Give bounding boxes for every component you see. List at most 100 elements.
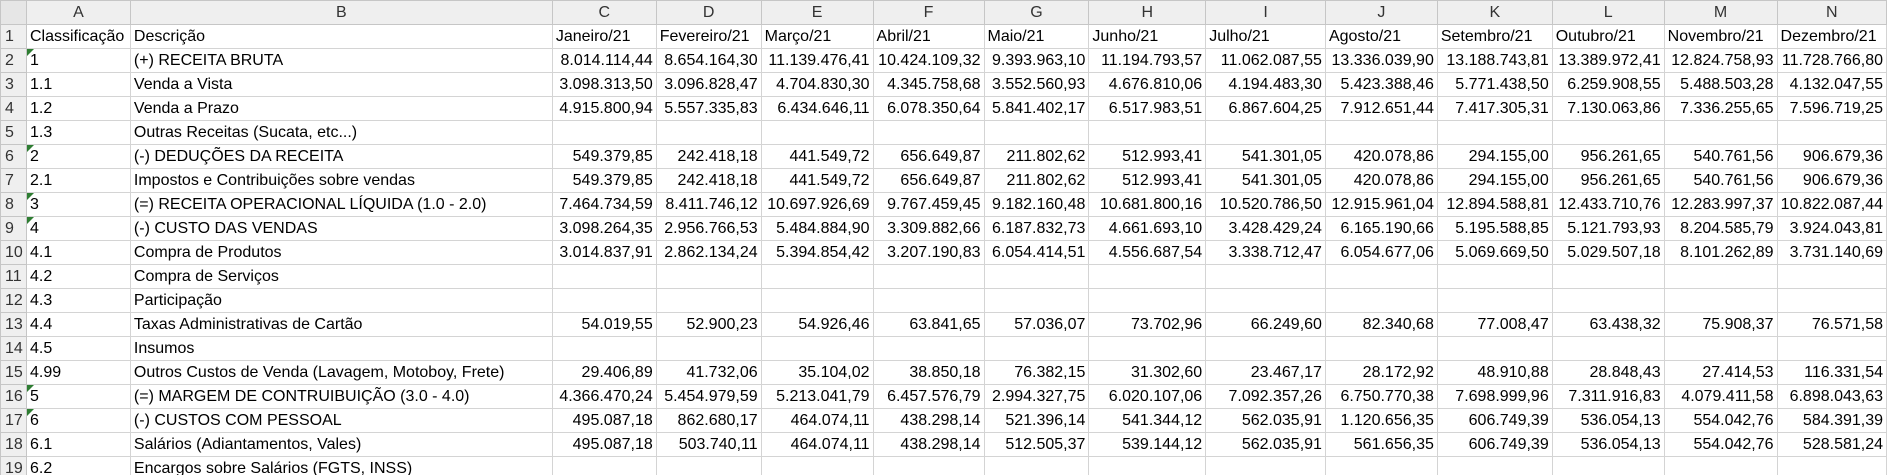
cell-d5[interactable] [655, 120, 762, 145]
cell-m13[interactable]: 75.908,37 [1663, 312, 1778, 337]
cell-k18[interactable]: 606.749,39 [1436, 432, 1553, 457]
row-header[interactable]: 1 [0, 24, 27, 49]
cell-l13[interactable]: 63.438,32 [1551, 312, 1665, 337]
cell-b13[interactable]: Taxas Administrativas de Cartão [129, 312, 553, 337]
row-header[interactable]: 19 [0, 456, 27, 475]
cell-k13[interactable]: 77.008,47 [1436, 312, 1553, 337]
cell-g11[interactable] [983, 264, 1090, 289]
cell-b4[interactable]: Venda a Prazo [129, 96, 553, 121]
cell-n4[interactable]: 7.596.719,25 [1776, 96, 1887, 121]
row-header[interactable]: 5 [0, 120, 27, 145]
cell-c11[interactable] [551, 264, 657, 289]
cell-a15[interactable]: 4.99 [25, 360, 131, 385]
cell-a11[interactable]: 4.2 [25, 264, 131, 289]
column-header-l[interactable]: L [1551, 0, 1665, 25]
column-header-d[interactable]: D [655, 0, 762, 25]
cell-g18[interactable]: 512.505,37 [983, 432, 1090, 457]
cell-c2[interactable]: 8.014.114,44 [551, 48, 657, 73]
cell-h11[interactable] [1088, 264, 1207, 289]
cell-n11[interactable] [1776, 264, 1887, 289]
cell-h6[interactable]: 512.993,41 [1088, 144, 1207, 169]
cell-c13[interactable]: 54.019,55 [551, 312, 657, 337]
cell-m4[interactable]: 7.336.255,65 [1663, 96, 1778, 121]
cell-b9[interactable]: (-) CUSTO DAS VENDAS [129, 216, 553, 241]
cell-g2[interactable]: 9.393.963,10 [983, 48, 1090, 73]
column-header-c[interactable]: C [551, 0, 657, 25]
cell-k14[interactable] [1436, 336, 1553, 361]
cell-n16[interactable]: 6.898.043,63 [1776, 384, 1887, 409]
cell-j3[interactable]: 5.423.388,46 [1324, 72, 1438, 97]
select-all-corner[interactable] [0, 0, 27, 25]
cell-i18[interactable]: 562.035,91 [1205, 432, 1326, 457]
cell-m18[interactable]: 554.042,76 [1663, 432, 1778, 457]
row-header[interactable]: 18 [0, 432, 27, 457]
cell-n2[interactable]: 11.728.766,80 [1776, 48, 1887, 73]
cell-c6[interactable]: 549.379,85 [551, 144, 657, 169]
cell-a1[interactable]: Classificação [25, 24, 131, 49]
row-header[interactable]: 3 [0, 72, 27, 97]
cell-l11[interactable] [1551, 264, 1665, 289]
cell-k17[interactable]: 606.749,39 [1436, 408, 1553, 433]
cell-n6[interactable]: 906.679,36 [1776, 144, 1887, 169]
cell-h7[interactable]: 512.993,41 [1088, 168, 1207, 193]
cell-a4[interactable]: 1.2 [25, 96, 131, 121]
cell-e9[interactable]: 5.484.884,90 [760, 216, 874, 241]
cell-f10[interactable]: 3.207.190,83 [872, 240, 985, 265]
cell-h14[interactable] [1088, 336, 1207, 361]
row-header[interactable]: 14 [0, 336, 27, 361]
cell-d17[interactable]: 862.680,17 [655, 408, 762, 433]
cell-i10[interactable]: 3.338.712,47 [1205, 240, 1326, 265]
cell-c8[interactable]: 7.464.734,59 [551, 192, 657, 217]
cell-f2[interactable]: 10.424.109,32 [872, 48, 985, 73]
column-header-n[interactable]: N [1776, 0, 1887, 25]
cell-b14[interactable]: Insumos [129, 336, 553, 361]
cell-d7[interactable]: 242.418,18 [655, 168, 762, 193]
cell-f6[interactable]: 656.649,87 [872, 144, 985, 169]
cell-c1[interactable]: Janeiro/21 [551, 24, 657, 49]
cell-m15[interactable]: 27.414,53 [1663, 360, 1778, 385]
cell-e4[interactable]: 6.434.646,11 [760, 96, 874, 121]
spreadsheet-grid[interactable]: ABCDEFGHIJKLMN 1 Classificação Descrição Ja… [0, 0, 1887, 475]
cell-b17[interactable]: (-) CUSTOS COM PESSOAL [129, 408, 553, 433]
cell-g15[interactable]: 76.382,15 [983, 360, 1090, 385]
cell-a2[interactable]: 1 [25, 48, 131, 73]
cell-l16[interactable]: 7.311.916,83 [1551, 384, 1665, 409]
cell-d15[interactable]: 41.732,06 [655, 360, 762, 385]
row-header[interactable]: 8 [0, 192, 27, 217]
cell-f16[interactable]: 6.457.576,79 [872, 384, 985, 409]
cell-d14[interactable] [655, 336, 762, 361]
cell-b10[interactable]: Compra de Produtos [129, 240, 553, 265]
column-header-m[interactable]: M [1663, 0, 1778, 25]
cell-c10[interactable]: 3.014.837,91 [551, 240, 657, 265]
cell-e11[interactable] [760, 264, 874, 289]
cell-g17[interactable]: 521.396,14 [983, 408, 1090, 433]
column-header-h[interactable]: H [1088, 0, 1207, 25]
cell-k15[interactable]: 48.910,88 [1436, 360, 1553, 385]
row-header[interactable]: 4 [0, 96, 27, 121]
cell-k7[interactable]: 294.155,00 [1436, 168, 1553, 193]
cell-i16[interactable]: 7.092.357,26 [1205, 384, 1326, 409]
cell-b18[interactable]: Salários (Adiantamentos, Vales) [129, 432, 553, 457]
row-header[interactable]: 10 [0, 240, 27, 265]
cell-k9[interactable]: 5.195.588,85 [1436, 216, 1553, 241]
cell-j15[interactable]: 28.172,92 [1324, 360, 1438, 385]
cell-k8[interactable]: 12.894.588,81 [1436, 192, 1553, 217]
row-header[interactable]: 2 [0, 48, 27, 73]
column-header-e[interactable]: E [760, 0, 874, 25]
cell-a19[interactable]: 6.2 [25, 456, 131, 475]
cell-b19[interactable]: Encargos sobre Salários (FGTS, INSS) [129, 456, 553, 475]
cell-g14[interactable] [983, 336, 1090, 361]
cell-n1[interactable]: Dezembro/21 [1776, 24, 1887, 49]
cell-i15[interactable]: 23.467,17 [1205, 360, 1326, 385]
cell-n18[interactable]: 528.581,24 [1776, 432, 1887, 457]
cell-c3[interactable]: 3.098.313,50 [551, 72, 657, 97]
cell-l19[interactable] [1551, 456, 1665, 475]
cell-l1[interactable]: Outubro/21 [1551, 24, 1665, 49]
cell-c16[interactable]: 4.366.470,24 [551, 384, 657, 409]
cell-g10[interactable]: 6.054.414,51 [983, 240, 1090, 265]
cell-j2[interactable]: 13.336.039,90 [1324, 48, 1438, 73]
cell-h5[interactable] [1088, 120, 1207, 145]
cell-h1[interactable]: Junho/21 [1088, 24, 1207, 49]
cell-c18[interactable]: 495.087,18 [551, 432, 657, 457]
cell-a8[interactable]: 3 [25, 192, 131, 217]
